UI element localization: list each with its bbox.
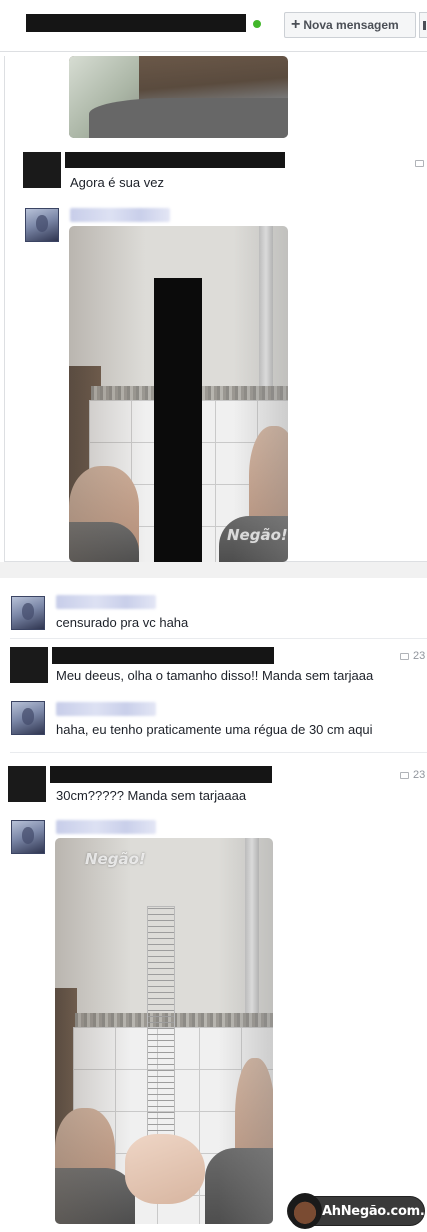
plus-icon: + [291, 16, 301, 33]
photo-content [89, 98, 288, 138]
message-text: haha, eu tenho praticamente uma régua de… [56, 722, 373, 737]
avatar-blurred[interactable] [11, 701, 45, 735]
site-watermark-badge: AhNegão.com.br [287, 1193, 427, 1229]
message-bubble-icon [415, 160, 424, 167]
section-separator [0, 562, 427, 578]
avatar-redacted[interactable] [10, 647, 48, 683]
avatar-blurred[interactable] [25, 208, 59, 242]
sender-name-blurred [56, 595, 156, 609]
avatar-redacted[interactable] [23, 152, 61, 188]
message-divider [10, 752, 427, 753]
photo-watermark: Negão! [227, 526, 288, 544]
avatar-blurred[interactable] [11, 820, 45, 854]
site-watermark-label: AhNegão.com.br [322, 1204, 427, 1219]
sender-name-blurred [56, 820, 156, 834]
shared-photo-censored[interactable]: Negão! [69, 226, 288, 562]
message-time: 23 [413, 650, 426, 662]
message-bubble-icon [400, 653, 409, 660]
message-text: Meu deeus, olha o tamanho disso!! Manda … [56, 668, 374, 683]
mascot-icon [288, 1193, 322, 1229]
sender-name-blurred [70, 208, 170, 222]
new-message-label: Nova mensagem [303, 18, 399, 32]
sender-name-redacted [52, 647, 274, 664]
message-divider [10, 638, 427, 639]
shared-photo-ruler[interactable]: Negão! [55, 838, 273, 1224]
shared-photo-top[interactable] [69, 56, 288, 138]
censor-bar [154, 278, 202, 562]
avatar-redacted[interactable] [8, 766, 46, 802]
avatar-blurred[interactable] [11, 596, 45, 630]
contact-name-redacted [26, 14, 246, 32]
message-text: 30cm????? Manda sem tarjaaaa [56, 788, 247, 803]
message-text: censurado pra vc haha [56, 615, 189, 630]
sender-name-blurred [56, 702, 156, 716]
sender-name-redacted [50, 766, 272, 783]
sender-name-redacted [65, 152, 285, 168]
new-message-button[interactable]: + Nova mensagem [284, 12, 416, 38]
more-options-button[interactable] [419, 12, 427, 38]
message-time: 23 [413, 769, 426, 781]
online-status-icon [253, 20, 261, 28]
photo-watermark: Negão! [85, 850, 146, 868]
message-bubble-icon [400, 772, 409, 779]
message-text: Agora é sua vez [70, 175, 164, 190]
photo-content [55, 838, 273, 1224]
more-icon [423, 21, 426, 30]
